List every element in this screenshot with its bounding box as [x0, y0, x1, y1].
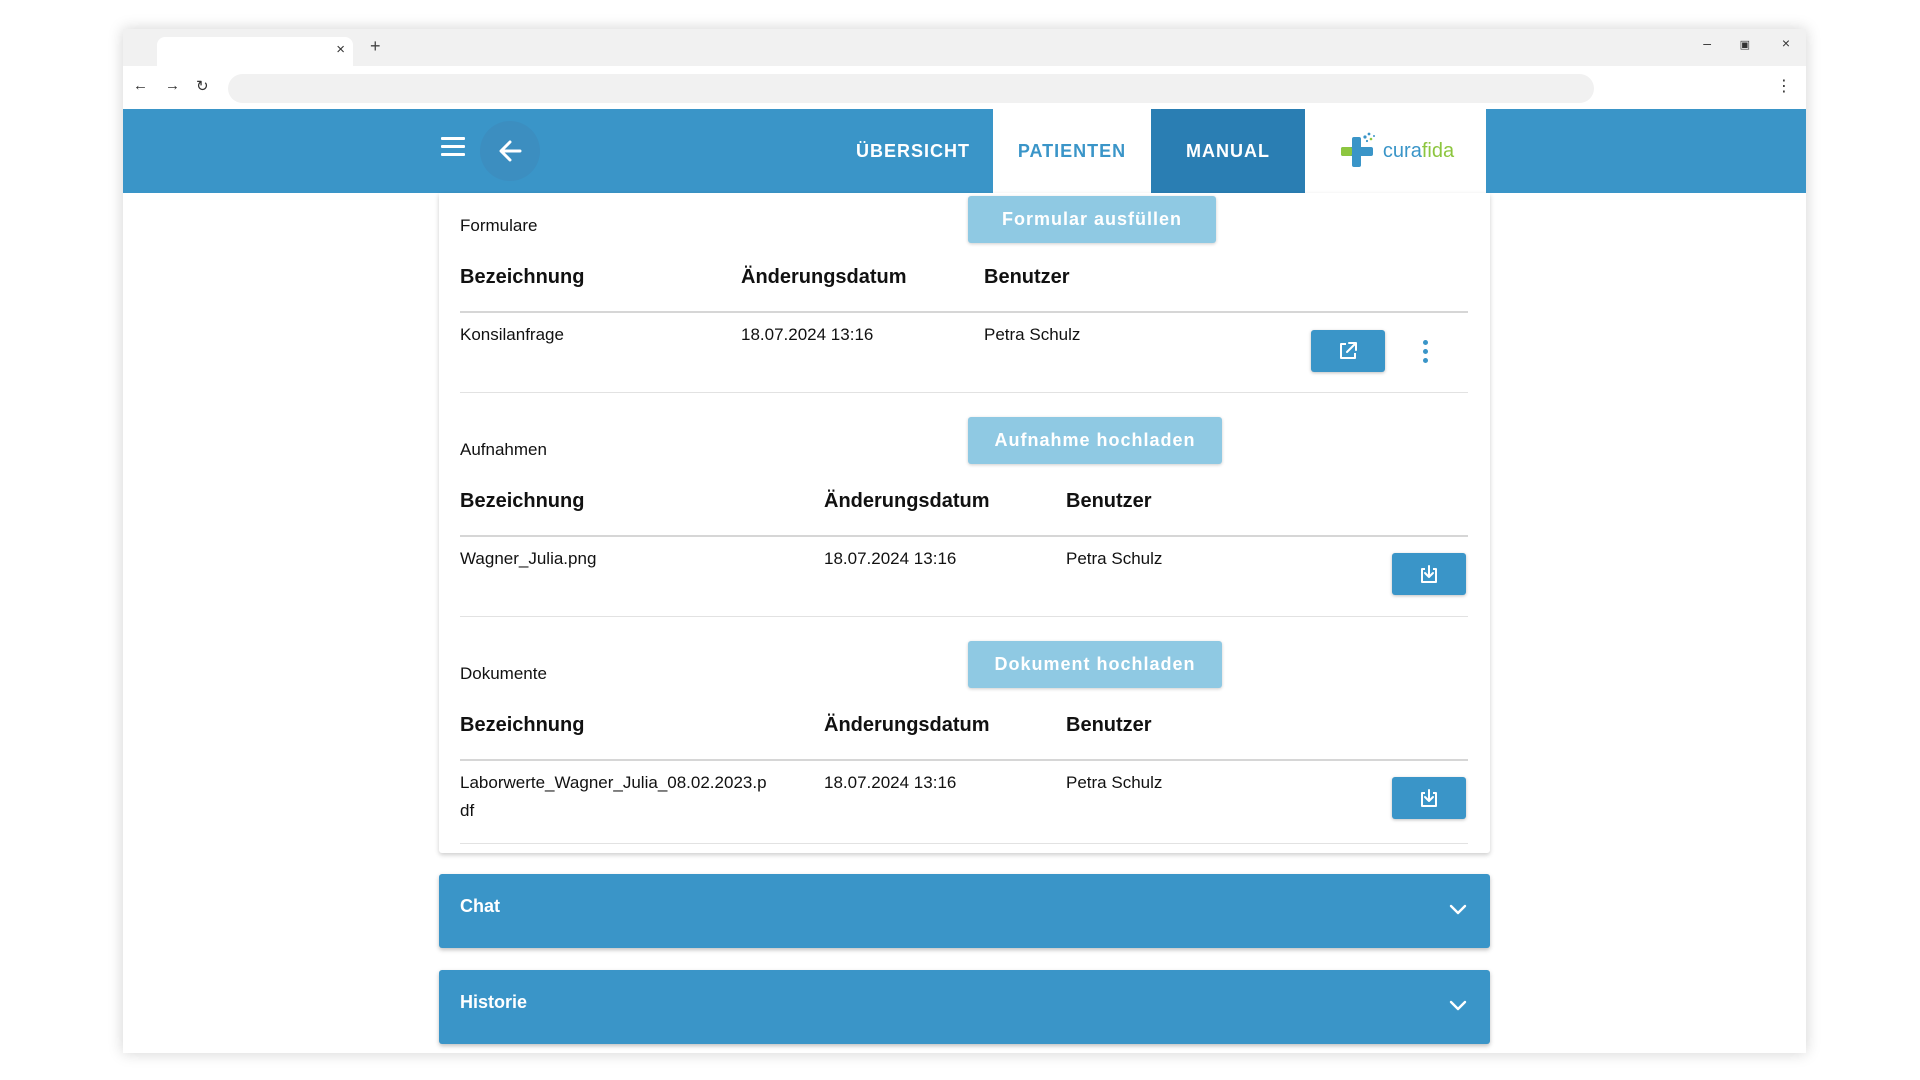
- recordings-section-title: Aufnahmen: [460, 440, 547, 459]
- document-row-name-line1: Laborwerte_Wagner_Julia_08.02.2023.p: [460, 773, 767, 792]
- chat-panel[interactable]: Chat: [439, 874, 1490, 948]
- upload-recording-button[interactable]: Aufnahme hochladen: [968, 417, 1222, 464]
- divider: [460, 311, 1468, 313]
- download-icon: [1421, 789, 1437, 807]
- attachments-card: Formulare Formular ausfüllen Bezeichnung…: [439, 193, 1490, 853]
- recordings-col-user: Benutzer: [1066, 490, 1152, 512]
- browser-menu-icon[interactable]: ⋮: [1776, 76, 1792, 96]
- cross-logo-icon: [1340, 132, 1375, 167]
- more-vert-icon[interactable]: [1415, 336, 1435, 366]
- curafida-logo: curafida: [1305, 109, 1486, 193]
- divider: [460, 535, 1468, 537]
- browser-window: × + – ▣ × ← → ↻ ⋮ ÜBERSICHT PATIENTEN MA…: [123, 29, 1806, 1053]
- tab-patients[interactable]: PATIENTEN: [993, 109, 1151, 193]
- forward-nav-button[interactable]: →: [165, 77, 180, 94]
- document-row-name: Laborwerte_Wagner_Julia_08.02.2023.p df: [460, 769, 767, 825]
- logo-text: curafida: [1382, 139, 1455, 162]
- form-row-date: 18.07.2024 13:16: [741, 325, 874, 344]
- address-bar[interactable]: [228, 74, 1594, 103]
- arrow-left-icon: [499, 140, 522, 162]
- forms-col-date: Änderungsdatum: [741, 266, 907, 288]
- documents-col-date: Änderungsdatum: [824, 714, 990, 736]
- divider: [460, 843, 1468, 844]
- tab-strip: × + – ▣ ×: [123, 29, 1806, 66]
- back-nav-button[interactable]: ←: [133, 77, 148, 94]
- documents-col-name: Bezeichnung: [460, 714, 585, 736]
- history-panel-title: Historie: [460, 992, 528, 1012]
- form-row-user: Petra Schulz: [984, 325, 1081, 344]
- recordings-col-name: Bezeichnung: [460, 490, 585, 512]
- close-tab-icon[interactable]: ×: [336, 41, 345, 58]
- divider: [460, 392, 1468, 393]
- document-row-date: 18.07.2024 13:16: [824, 773, 957, 792]
- divider: [460, 616, 1468, 617]
- tab-overview[interactable]: ÜBERSICHT: [833, 109, 993, 193]
- form-row-name: Konsilanfrage: [460, 325, 564, 344]
- forms-section-title: Formulare: [460, 216, 538, 235]
- download-icon: [1421, 565, 1437, 583]
- fill-form-button[interactable]: Formular ausfüllen: [968, 196, 1216, 243]
- chevron-down-icon: [1449, 904, 1467, 915]
- maximize-button[interactable]: ▣: [1740, 38, 1750, 51]
- history-panel[interactable]: Historie: [439, 970, 1490, 1044]
- external-link-icon: [1340, 342, 1357, 359]
- new-tab-button[interactable]: +: [370, 36, 381, 57]
- document-row-name-line2: df: [460, 801, 475, 820]
- recordings-col-date: Änderungsdatum: [824, 490, 990, 512]
- recording-row-date: 18.07.2024 13:16: [824, 549, 957, 568]
- minimize-button[interactable]: –: [1703, 35, 1711, 51]
- recording-row-name: Wagner_Julia.png: [460, 549, 597, 568]
- chevron-down-icon: [1449, 1000, 1467, 1011]
- open-form-button[interactable]: [1311, 330, 1385, 372]
- documents-col-user: Benutzer: [1066, 714, 1152, 736]
- tab-manual[interactable]: MANUAL: [1151, 109, 1305, 193]
- recording-row-user: Petra Schulz: [1066, 549, 1163, 568]
- documents-section-title: Dokumente: [460, 664, 547, 683]
- chat-panel-title: Chat: [460, 896, 500, 916]
- reload-button[interactable]: ↻: [196, 77, 209, 95]
- back-button[interactable]: [480, 121, 540, 181]
- browser-toolbar: ← → ↻ ⋮: [123, 66, 1806, 109]
- divider: [460, 759, 1468, 761]
- download-recording-button[interactable]: [1392, 553, 1466, 595]
- upload-document-button[interactable]: Dokument hochladen: [968, 641, 1222, 688]
- download-document-button[interactable]: [1392, 777, 1466, 819]
- forms-col-name: Bezeichnung: [460, 266, 585, 288]
- browser-tab[interactable]: ×: [157, 37, 353, 66]
- app-header: ÜBERSICHT PATIENTEN MANUAL curafida: [123, 109, 1806, 193]
- hamburger-menu-icon[interactable]: [441, 137, 465, 161]
- document-row-user: Petra Schulz: [1066, 773, 1163, 792]
- close-window-button[interactable]: ×: [1782, 35, 1790, 51]
- forms-col-user: Benutzer: [984, 266, 1070, 288]
